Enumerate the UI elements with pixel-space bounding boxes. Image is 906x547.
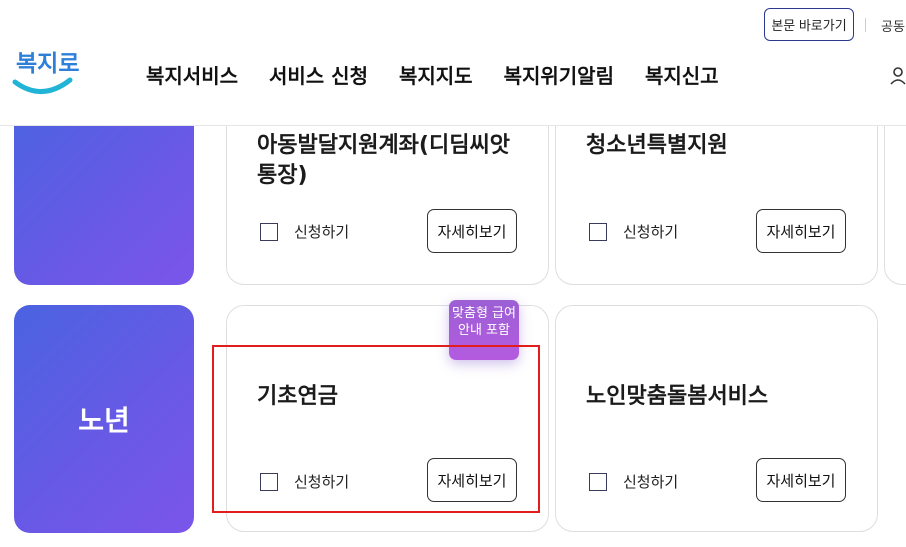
category-tile-elderly[interactable]: 노년 — [14, 305, 194, 533]
apply-checkbox[interactable] — [589, 472, 607, 491]
apply-label: 신청하기 — [294, 223, 350, 241]
main-nav: 복지서비스 서비스 신청 복지지도 복지위기알림 복지신고 — [146, 60, 750, 89]
apply-checkbox[interactable] — [260, 472, 278, 491]
apply-option[interactable]: 신청하기 — [260, 471, 349, 492]
nav-welfare-map[interactable]: 복지지도 — [399, 60, 473, 89]
service-title: 청소년특별지원 — [586, 133, 728, 158]
customized-benefit-badge: 맞춤형 급여안내 포함 — [449, 300, 519, 360]
apply-label: 신청하기 — [294, 473, 350, 491]
utility-divider — [865, 18, 866, 32]
apply-option[interactable]: 신청하기 — [260, 221, 349, 242]
apply-checkbox[interactable] — [589, 222, 607, 241]
detail-button[interactable]: 자세히보기 — [756, 209, 846, 253]
utility-link[interactable]: 공동 — [881, 16, 905, 35]
apply-checkbox[interactable] — [260, 222, 278, 241]
detail-button[interactable]: 자세히보기 — [756, 458, 846, 502]
apply-label: 신청하기 — [623, 223, 679, 241]
nav-welfare-report[interactable]: 복지신고 — [645, 60, 719, 89]
apply-option[interactable]: 신청하기 — [589, 221, 678, 242]
detail-button[interactable]: 자세히보기 — [427, 209, 517, 253]
user-icon[interactable] — [890, 66, 906, 86]
apply-option[interactable]: 신청하기 — [589, 471, 678, 492]
service-card-elderly-care[interactable]: 노인맞춤돌봄서비스 신청하기 자세히보기 — [555, 305, 878, 532]
nav-service-apply[interactable]: 서비스 신청 — [269, 60, 368, 89]
detail-button[interactable]: 자세히보기 — [427, 458, 517, 502]
category-label: 노년 — [78, 404, 130, 437]
skip-to-content-button[interactable]: 본문 바로가기 — [764, 8, 854, 41]
site-header: 본문 바로가기 공동 복지로 복지서비스 서비스 신청 복지지도 복지위기알림 … — [0, 0, 906, 126]
logo-smile-icon — [12, 77, 73, 94]
service-title: 기초연금 — [257, 384, 338, 409]
nav-welfare-service[interactable]: 복지서비스 — [146, 60, 238, 89]
nav-crisis-alert[interactable]: 복지위기알림 — [504, 60, 614, 89]
service-title: 아동발달지원계좌(디딤씨앗통장) — [257, 133, 510, 188]
apply-label: 신청하기 — [623, 473, 679, 491]
service-title: 노인맞춤돌봄서비스 — [586, 384, 769, 409]
bokjiro-logo[interactable]: 복지로 — [12, 44, 79, 96]
